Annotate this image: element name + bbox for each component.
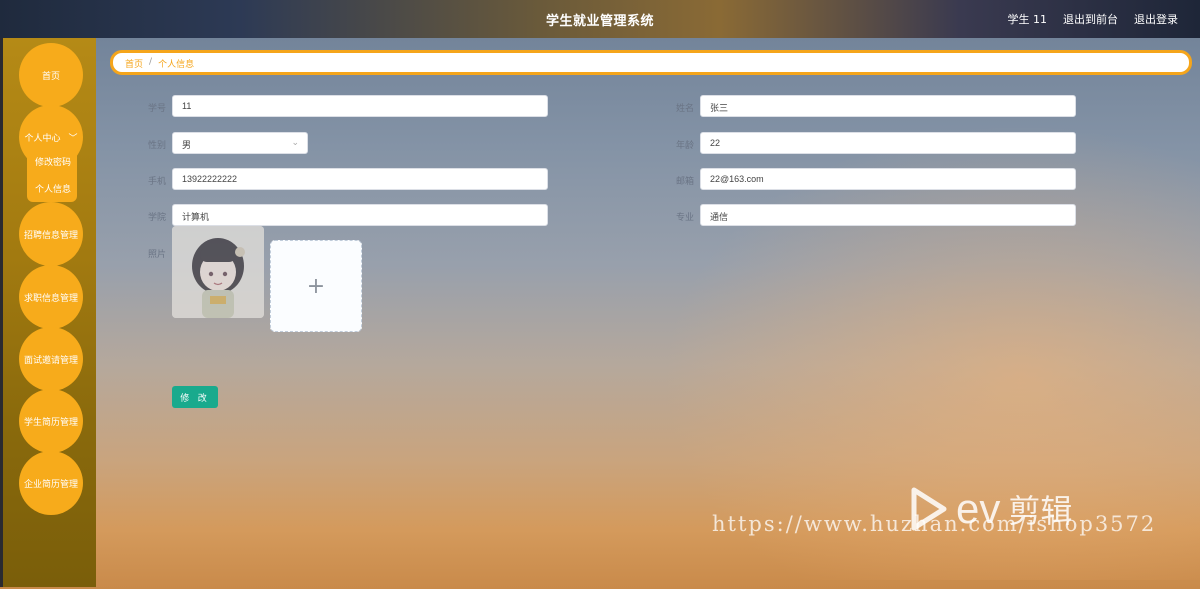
avatar-photo xyxy=(172,226,264,318)
breadcrumb-home[interactable]: 首页 xyxy=(125,57,143,70)
watermark-url: https://www.huzhan.com/ishop3572 xyxy=(712,512,1157,536)
email-label: 邮箱 xyxy=(675,177,694,187)
submenu-item-change-password[interactable]: 修改密码 xyxy=(35,155,71,168)
sidebar-item-company-resumes[interactable]: 企业简历管理 xyxy=(19,451,83,515)
current-user: 学生 11 xyxy=(1007,13,1048,26)
sidebar-item-job-posts[interactable]: 招聘信息管理 xyxy=(19,202,83,266)
college-label: 学院 xyxy=(147,213,166,223)
chevron-down-icon: ⌄ xyxy=(291,137,299,147)
sidebar-item-job-seeking[interactable]: 求职信息管理 xyxy=(19,265,83,329)
sidebar-item-home[interactable]: 首页 xyxy=(19,43,83,107)
email-input[interactable]: 22@163.com xyxy=(700,168,1076,190)
top-header: 学生就业管理系统 学生 11 退出到前台 退出登录 xyxy=(0,0,1200,38)
sidebar-item-interview-invites[interactable]: 面试邀请管理 xyxy=(19,327,83,391)
logout-link[interactable]: 退出登录 xyxy=(1134,11,1178,27)
photo-upload-button[interactable]: + xyxy=(270,240,362,332)
sky-background xyxy=(600,80,1200,580)
phone-label: 手机 xyxy=(147,177,166,187)
breadcrumb: 首页 / 个人信息 xyxy=(110,50,1192,75)
breadcrumb-current: 个人信息 xyxy=(158,60,195,70)
user-area: 学生 11 退出到前台 退出登录 xyxy=(1008,11,1179,27)
major-label: 专业 xyxy=(675,213,694,223)
submenu-item-personal-info[interactable]: 个人信息 xyxy=(35,182,71,195)
name-label: 姓名 xyxy=(675,104,694,114)
sidebar: 首页 个人中心 ﹀ 修改密码 个人信息 招聘信息管理 求职信息管理 面试邀请管理… xyxy=(0,38,96,587)
sub-menu: 修改密码 个人信息 xyxy=(27,147,77,202)
sidebar-item-student-resumes[interactable]: 学生简历管理 xyxy=(19,389,83,453)
age-input[interactable]: 22 xyxy=(700,132,1076,154)
edit-submit-button[interactable]: 修 改 xyxy=(172,386,218,408)
student-id-input[interactable]: 11 xyxy=(172,95,548,117)
student-id-label: 学号 xyxy=(147,104,166,114)
college-input[interactable]: 计算机 xyxy=(172,204,548,226)
gender-select[interactable]: 男 ⌄ xyxy=(172,132,308,154)
chevron-down-icon: ﹀ xyxy=(68,133,78,144)
phone-input[interactable]: 13922222222 xyxy=(172,168,548,190)
avatar-illustration xyxy=(172,226,264,318)
breadcrumb-separator: / xyxy=(149,57,153,67)
plus-icon: + xyxy=(306,273,326,299)
name-input[interactable]: 张三 xyxy=(700,95,1076,117)
major-input[interactable]: 通信 xyxy=(700,204,1076,226)
photo-label: 照片 xyxy=(147,250,166,260)
gender-label: 性别 xyxy=(147,141,166,151)
age-label: 年龄 xyxy=(675,141,694,151)
back-to-front-link[interactable]: 退出到前台 xyxy=(1063,11,1118,27)
